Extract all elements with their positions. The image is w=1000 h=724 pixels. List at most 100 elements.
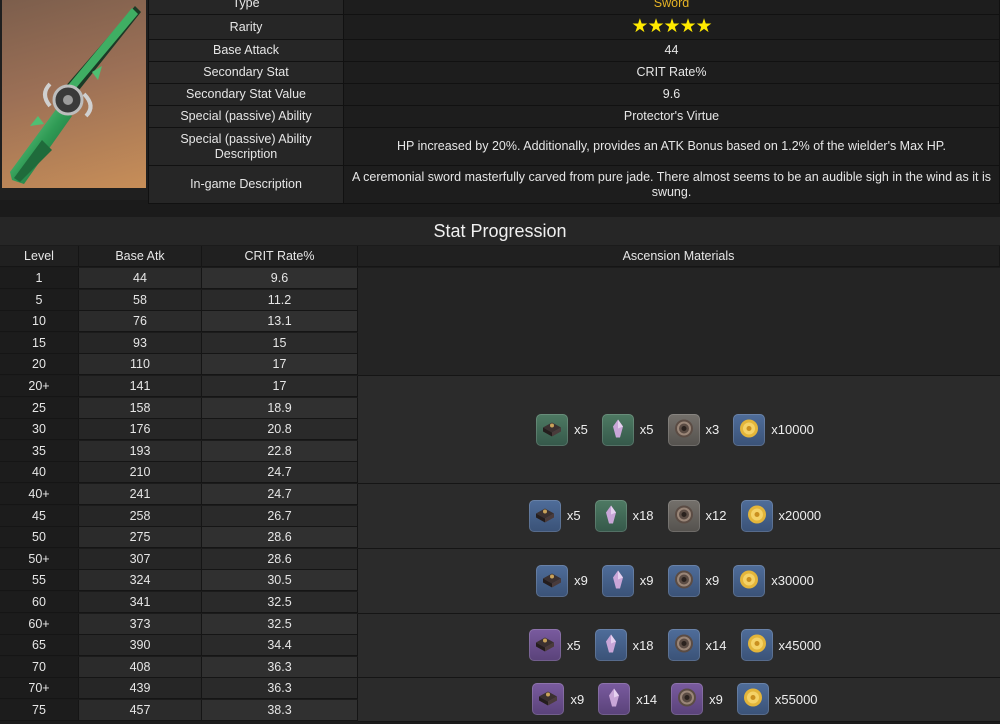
material-count: x5 [566,637,581,653]
common-drop-icon[interactable] [667,413,700,446]
material-item[interactable]: x30000 [733,564,814,597]
row-base-atk: 158 [79,397,202,419]
row-crit-rate: 15 [202,332,358,354]
domain-material-icon[interactable] [536,564,569,597]
ascension-materials-cell: x5 x18 x14 x45000 [358,613,1000,679]
material-count: x20000 [778,508,822,524]
header-level: Level [0,246,79,267]
row-base-atk: 176 [79,419,202,441]
ascension-materials-cell: x9 x14 x9 x55000 [358,678,1000,722]
elite-drop-icon[interactable] [601,413,634,446]
material-item[interactable]: x3 [667,413,720,446]
ascension-materials-cell: x5 x18 x12 x20000 [358,484,1000,549]
material-item[interactable]: x18 [594,629,654,662]
material-count: x30000 [771,573,814,589]
material-count: x45000 [778,637,822,653]
common-drop-icon[interactable] [667,629,700,662]
material-count: x5 [639,422,654,437]
row-crit-rate: 36.3 [202,656,358,678]
elite-drop-icon[interactable] [598,683,631,716]
material-item[interactable]: x45000 [740,629,822,662]
material-item[interactable]: x5 [528,629,581,662]
info-value-ingame-description: A ceremonial sword masterfully carved fr… [343,165,1000,204]
mora-coin-icon[interactable] [736,683,769,716]
info-label-passive: Special (passive) Ability [148,105,344,128]
row-level: 1 [0,268,79,289]
domain-material-icon[interactable] [528,499,561,532]
material-item[interactable]: x55000 [736,683,818,716]
mora-coin-icon[interactable] [740,629,773,662]
material-item[interactable]: x14 [598,683,657,716]
mora-coin-icon[interactable] [733,413,766,446]
row-crit-rate: 24.7 [202,484,358,505]
material-item[interactable]: x5 [601,413,654,446]
info-value-secondary-stat: CRIT Rate% [343,61,1000,84]
material-item[interactable]: x12 [667,499,727,532]
common-drop-icon[interactable] [671,683,704,716]
material-item[interactable]: x9 [532,683,584,716]
material-item[interactable]: x14 [667,629,727,662]
info-value-secondary-stat-value: 9.6 [343,83,1000,106]
row-base-atk: 390 [79,635,202,657]
info-value-passive-description: HP increased by 20%. Additionally, provi… [343,127,1000,166]
row-base-atk: 307 [79,548,202,570]
mora-coin-icon[interactable] [740,499,773,532]
row-level: 35 [0,440,79,462]
mora-coin-icon[interactable] [733,564,766,597]
weapon-info-section: Type Sword Rarity ★★★★★ Base Attack 44 S… [0,0,1000,204]
row-crit-rate: 11.2 [202,289,358,311]
material-count: x9 [639,573,654,589]
row-level: 70 [0,656,79,678]
jade-sword-icon [10,6,141,184]
domain-material-icon[interactable] [532,683,565,716]
material-item[interactable]: x9 [667,564,720,597]
material-count: x10000 [771,422,814,437]
elite-drop-icon[interactable] [601,564,634,597]
material-count: x9 [705,573,720,589]
material-item[interactable]: x9 [671,683,723,716]
material-item[interactable]: x9 [601,564,654,597]
material-item[interactable]: x20000 [740,499,822,532]
row-base-atk: 141 [79,376,202,397]
row-level: 50+ [0,548,79,570]
material-count: x5 [566,508,581,524]
row-level: 40 [0,462,79,484]
common-drop-icon[interactable] [667,499,700,532]
info-label-rarity: Rarity [148,14,344,40]
row-level: 10 [0,311,79,333]
info-value-passive: Protector's Virtue [343,105,1000,128]
row-crit-rate: 20.8 [202,419,358,441]
material-item[interactable]: x5 [536,413,588,446]
domain-material-icon[interactable] [536,413,569,446]
material-count: x9 [709,691,723,707]
row-level: 75 [0,700,79,721]
elite-drop-icon[interactable] [594,499,627,532]
weapon-info-table: Type Sword Rarity ★★★★★ Base Attack 44 S… [148,0,1000,204]
material-item[interactable]: x18 [594,499,654,532]
material-item[interactable]: x9 [536,564,588,597]
row-level: 30 [0,419,79,441]
row-crit-rate: 22.8 [202,440,358,462]
weapon-image [2,0,146,188]
row-level: 65 [0,635,79,657]
row-base-atk: 241 [79,484,202,505]
row-base-atk: 275 [79,527,202,549]
common-drop-icon[interactable] [667,564,700,597]
row-crit-rate: 17 [202,354,358,376]
material-item[interactable]: x5 [528,499,581,532]
material-item[interactable]: x10000 [733,413,814,446]
row-level: 60 [0,592,79,613]
info-value-type: Sword [343,0,1000,15]
row-base-atk: 439 [79,678,202,700]
material-count: x3 [705,422,720,437]
row-level: 70+ [0,678,79,700]
domain-material-icon[interactable] [528,629,561,662]
row-base-atk: 373 [79,613,202,635]
elite-drop-icon[interactable] [594,629,627,662]
row-crit-rate: 38.3 [202,700,358,721]
row-crit-rate: 32.5 [202,592,358,613]
row-base-atk: 58 [79,289,202,311]
ascension-materials-cell: x5 x5 x3 x10000 [358,376,1000,484]
rarity-stars-icon: ★★★★★ [631,16,712,37]
row-base-atk: 408 [79,656,202,678]
